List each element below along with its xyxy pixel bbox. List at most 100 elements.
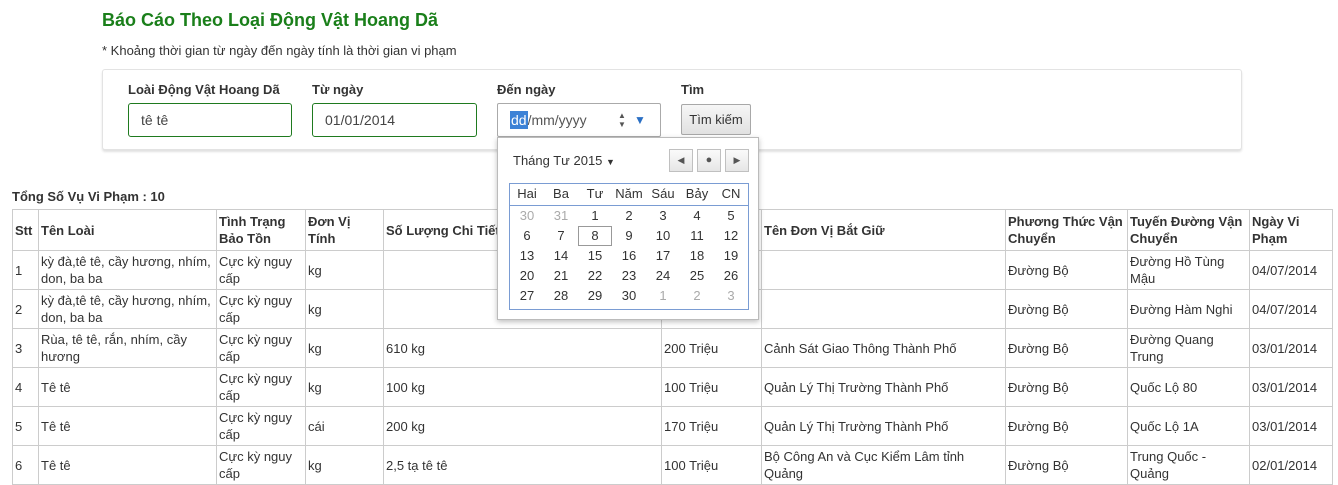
calendar-day[interactable]: 22 xyxy=(578,266,612,286)
calendar-day[interactable]: 27 xyxy=(510,286,544,306)
calendar-day[interactable]: 15 xyxy=(578,246,612,266)
calendar-day[interactable]: 28 xyxy=(544,286,578,306)
table-cell: Đường Bộ xyxy=(1005,406,1128,446)
calendar-day[interactable]: 6 xyxy=(510,226,544,246)
table-cell: 04/07/2014 xyxy=(1249,289,1333,329)
prev-month-button[interactable]: ◀ xyxy=(669,149,693,172)
calendar-day[interactable]: 19 xyxy=(714,246,748,266)
today-button[interactable]: ● xyxy=(697,149,721,172)
date-picker-popup: Tháng Tư 2015 ▼ ◀ ● ▶ Hai Ba Tư Năm Sáu Bảy CN… xyxy=(497,137,759,320)
weekday-label: Năm xyxy=(615,186,643,201)
date-segment-rest[interactable]: /mm/yyyy xyxy=(528,112,587,128)
calendar-day[interactable]: 21 xyxy=(544,266,578,286)
table-cell: Quốc Lộ 1A xyxy=(1127,406,1250,446)
calendar-day[interactable]: 30 xyxy=(510,206,544,226)
calendar-day[interactable]: 7 xyxy=(544,226,578,246)
calendar-day[interactable]: 10 xyxy=(646,226,680,246)
table-cell: Đường Bộ xyxy=(1005,250,1128,290)
calendar-week: 20 21 22 23 24 25 26 xyxy=(510,266,748,286)
calendar-day[interactable]: 5 xyxy=(714,206,748,226)
calendar-day[interactable]: 14 xyxy=(544,246,578,266)
calendar-day[interactable]: 20 xyxy=(510,266,544,286)
table-cell: Đường Bộ xyxy=(1005,289,1128,329)
table-cell: kỳ đà,tê tê, cầy hương, nhím, don, ba ba xyxy=(38,289,217,329)
search-label: Tìm xyxy=(681,82,705,97)
calendar-day[interactable]: 11 xyxy=(680,226,714,246)
table-cell: Trung Quốc - Quảng xyxy=(1127,445,1250,485)
calendar-day[interactable]: 2 xyxy=(680,286,714,306)
table-row: 4 Tê tê Cực kỳ nguy cấp kg 100 kg 100 Triệu Qu… xyxy=(12,367,1333,407)
table-cell: kg xyxy=(305,250,384,290)
table-cell: kg xyxy=(305,328,384,368)
table-cell: 170 Triệu xyxy=(661,406,762,446)
table-cell: Quốc Lộ 80 xyxy=(1127,367,1250,407)
table-cell: 100 Triệu xyxy=(661,367,762,407)
calendar-day[interactable]: 29 xyxy=(578,286,612,306)
page-note: * Khoảng thời gian từ ngày đến ngày tính… xyxy=(102,43,457,58)
species-input[interactable]: tê tê xyxy=(128,103,292,137)
column-header: Ngày Vi Phạm xyxy=(1249,209,1333,251)
calendar-day[interactable]: 1 xyxy=(646,286,680,306)
spinner-icon[interactable]: ▲ ▼ xyxy=(617,111,627,131)
table-cell: Cực kỳ nguy cấp xyxy=(216,250,306,290)
total-violations: Tổng Số Vụ Vi Phạm : 10 xyxy=(12,189,165,204)
table-row: 5 Tê tê Cực kỳ nguy cấp cái 200 kg 170 Triệu Q… xyxy=(12,406,1333,446)
table-cell: Cực kỳ nguy cấp xyxy=(216,445,306,485)
calendar-day[interactable]: 30 xyxy=(612,286,646,306)
table-cell: cái xyxy=(305,406,384,446)
calendar-day[interactable]: 13 xyxy=(510,246,544,266)
month-selector[interactable]: Tháng Tư 2015 ▼ xyxy=(513,153,615,168)
calendar-day[interactable]: 4 xyxy=(680,206,714,226)
table-cell: Rùa, tê tê, rắn, nhím, cầy hương xyxy=(38,328,217,368)
calendar-day-today[interactable]: 8 xyxy=(578,226,612,246)
calendar-day[interactable]: 2 xyxy=(612,206,646,226)
table-cell: 100 kg xyxy=(383,367,662,407)
calendar-day[interactable]: 31 xyxy=(544,206,578,226)
table-cell: 03/01/2014 xyxy=(1249,328,1333,368)
from-date-input[interactable]: 01/01/2014 xyxy=(312,103,477,137)
weekday-label: Ba xyxy=(553,186,569,201)
calendar-day[interactable]: 25 xyxy=(680,266,714,286)
caret-down-icon: ▼ xyxy=(606,157,615,167)
table-cell: 5 xyxy=(12,406,39,446)
table-cell: Tê tê xyxy=(38,406,217,446)
calendar-day[interactable]: 9 xyxy=(612,226,646,246)
next-month-button[interactable]: ▶ xyxy=(725,149,749,172)
table-row: 3 Rùa, tê tê, rắn, nhím, cầy hương Cực kỳ … xyxy=(12,328,1333,368)
search-button[interactable]: Tìm kiếm xyxy=(681,104,751,135)
calendar-day[interactable]: 1 xyxy=(578,206,612,226)
table-cell: kỳ đà,tê tê, cầy hương, nhím, don, ba ba xyxy=(38,250,217,290)
weekday-label: Hai xyxy=(517,186,537,201)
column-header: Tên Đơn Vị Bắt Giữ xyxy=(761,209,1006,251)
weekday-label: Tư xyxy=(586,186,604,201)
table-cell: kg xyxy=(305,289,384,329)
calendar-day[interactable]: 3 xyxy=(646,206,680,226)
calendar-day[interactable]: 23 xyxy=(612,266,646,286)
weekday-label: CN xyxy=(721,186,741,201)
calendar-day[interactable]: 24 xyxy=(646,266,680,286)
table-cell: 610 kg xyxy=(383,328,662,368)
table-cell: Cực kỳ nguy cấp xyxy=(216,367,306,407)
table-cell: 200 Triệu xyxy=(661,328,762,368)
from-date-label: Từ ngày xyxy=(312,82,364,97)
calendar-day[interactable]: 12 xyxy=(714,226,748,246)
page-title: Báo Cáo Theo Loại Động Vật Hoang Dã xyxy=(102,10,439,30)
column-header: Tình Trạng Bảo Tồn xyxy=(216,209,306,251)
dropdown-arrow-icon[interactable]: ▼ xyxy=(634,104,646,136)
date-segment-day[interactable]: dd xyxy=(510,111,528,129)
calendar-day[interactable]: 17 xyxy=(646,246,680,266)
table-cell: Cực kỳ nguy cấp xyxy=(216,406,306,446)
calendar-day[interactable]: 3 xyxy=(714,286,748,306)
table-cell: Đường Quang Trung xyxy=(1127,328,1250,368)
to-date-input[interactable]: dd/mm/yyyy ▲ ▼ ▼ xyxy=(497,103,661,137)
calendar-grid: Hai Ba Tư Năm Sáu Bảy CN 30 31 1 2 3 4 5 6 7 8 9 10 11 12 13… xyxy=(509,183,749,310)
calendar-day[interactable]: 16 xyxy=(612,246,646,266)
table-cell: Bộ Công An và Cục Kiểm Lâm tỉnh Quảng xyxy=(761,445,1006,485)
table-cell: 2 xyxy=(12,289,39,329)
calendar-day[interactable]: 26 xyxy=(714,266,748,286)
table-cell: 03/01/2014 xyxy=(1249,367,1333,407)
table-cell: Cảnh Sát Giao Thông Thành Phố xyxy=(761,328,1006,368)
table-cell: 100 Triệu xyxy=(661,445,762,485)
table-cell: Đường Hồ Tùng Mậu xyxy=(1127,250,1250,290)
calendar-day[interactable]: 18 xyxy=(680,246,714,266)
